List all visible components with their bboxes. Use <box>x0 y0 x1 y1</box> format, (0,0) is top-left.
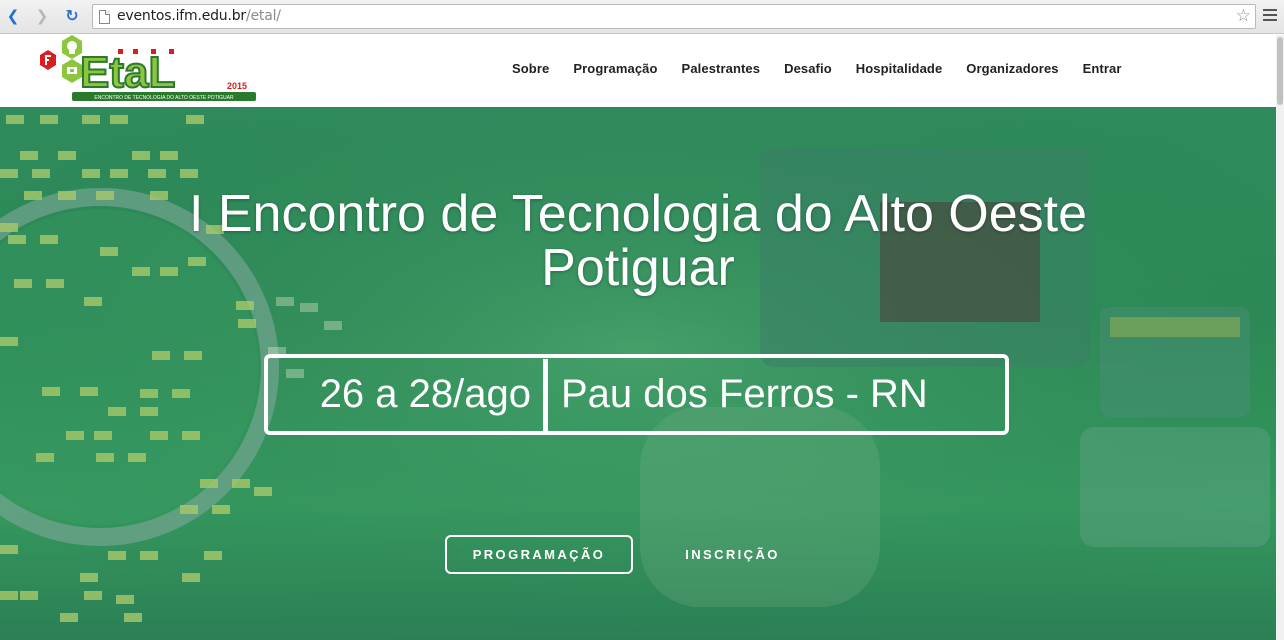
url-path: /etal/ <box>245 8 281 24</box>
inscricao-button[interactable]: INSCRIÇÃO <box>660 535 805 574</box>
logo-wordmark: EtaL <box>80 48 175 97</box>
hamburger-menu-icon[interactable] <box>1262 6 1278 26</box>
address-bar[interactable]: eventos.ifm.edu.br/etal/ ☆ <box>92 4 1256 29</box>
nav-programacao[interactable]: Programação <box>573 61 657 76</box>
page-scrollbar[interactable] <box>1276 35 1284 640</box>
logo-year: 2015 <box>227 81 247 91</box>
event-info-box: 26 a 28/ago Pau dos Ferros - RN <box>264 354 1009 435</box>
browser-toolbar: ❮ ❯ ↻ eventos.ifm.edu.br/etal/ ☆ <box>0 0 1284 34</box>
event-location: Pau dos Ferros - RN <box>561 372 928 416</box>
url-host: eventos.ifm.edu.br <box>117 8 246 24</box>
forward-arrow-icon[interactable]: ❯ <box>33 7 51 25</box>
site-header: EtaL 2015 ENCONTRO DE TECNOLOGIA DO ALTO… <box>0 35 1276 107</box>
url-text[interactable]: eventos.ifm.edu.br/etal/ <box>117 8 281 24</box>
nav-sobre[interactable]: Sobre <box>512 61 549 76</box>
hero-title-line1: I Encontro de Tecnologia do Alto Oeste <box>188 185 1088 243</box>
back-arrow-icon[interactable]: ❮ <box>4 7 22 25</box>
reload-icon[interactable]: ↻ <box>63 7 81 25</box>
logo-tagline: ENCONTRO DE TECNOLOGIA DO ALTO OESTE POT… <box>94 95 234 101</box>
nav-entrar[interactable]: Entrar <box>1083 61 1122 76</box>
programacao-button[interactable]: PROGRAMAÇÃO <box>445 535 633 574</box>
star-icon[interactable]: ☆ <box>1236 6 1251 26</box>
event-date: 26 a 28/ago <box>319 372 531 416</box>
nav-palestrantes[interactable]: Palestrantes <box>682 61 761 76</box>
page-icon <box>99 10 110 24</box>
main-nav: Sobre Programação Palestrantes Desafio H… <box>512 61 1146 76</box>
nav-hospitalidade[interactable]: Hospitalidade <box>856 61 943 76</box>
nav-organizadores[interactable]: Organizadores <box>966 61 1058 76</box>
hero-title-line2: Potiguar <box>541 239 735 297</box>
etal-logo[interactable]: EtaL 2015 ENCONTRO DE TECNOLOGIA DO ALTO… <box>36 35 266 105</box>
hero-title: I Encontro de Tecnologia do Alto Oeste P… <box>0 187 1276 295</box>
nav-desafio[interactable]: Desafio <box>784 61 832 76</box>
hero-section: I Encontro de Tecnologia do Alto Oeste P… <box>0 107 1276 640</box>
scrollbar-thumb[interactable] <box>1277 37 1283 105</box>
